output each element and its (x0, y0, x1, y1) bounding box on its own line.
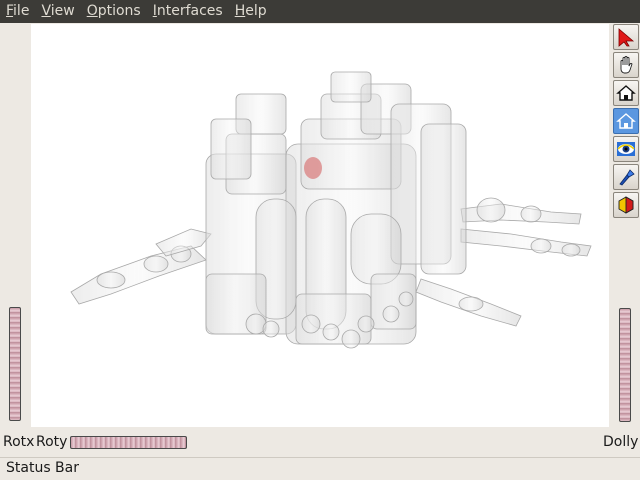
3d-viewport[interactable] (31, 24, 609, 427)
arrow-pointer-icon (618, 28, 634, 47)
thumbwheel-bar: Rotx Roty Dolly (0, 430, 640, 456)
roty-label: Roty (36, 434, 68, 450)
projection-button[interactable] (612, 192, 639, 218)
menu-view[interactable]: View (35, 0, 80, 23)
robot-model-render (70, 71, 592, 349)
select-mode-button[interactable] (612, 24, 639, 50)
set-home-button[interactable] (612, 108, 639, 134)
hand-icon (620, 56, 633, 74)
menu-bar: File View Options Interfaces Help (0, 0, 640, 23)
set-home-icon (615, 113, 636, 129)
menu-interfaces[interactable]: Interfaces (147, 0, 229, 23)
menu-file[interactable]: File (0, 0, 35, 23)
view-mode-button[interactable] (612, 52, 639, 78)
rotx-thumbwheel[interactable] (9, 307, 21, 421)
roty-thumbwheel[interactable] (70, 436, 187, 449)
projection-cube-icon (618, 196, 633, 214)
home-button[interactable] (612, 80, 639, 106)
seek-flashlight-icon (618, 169, 635, 186)
menu-options[interactable]: Options (81, 0, 147, 23)
home-icon (615, 85, 636, 101)
highlight-part (304, 157, 322, 179)
dolly-thumbwheel[interactable] (619, 308, 631, 422)
menu-help[interactable]: Help (229, 0, 273, 23)
eye-icon (616, 142, 635, 156)
rotx-label: Rotx (3, 434, 35, 450)
status-bar: Status Bar (0, 457, 640, 480)
seek-button[interactable] (612, 164, 639, 190)
status-text: Status Bar (6, 460, 80, 476)
dolly-label: Dolly (603, 434, 639, 450)
view-all-button[interactable] (612, 136, 639, 162)
viewer-toolbar (611, 24, 640, 218)
